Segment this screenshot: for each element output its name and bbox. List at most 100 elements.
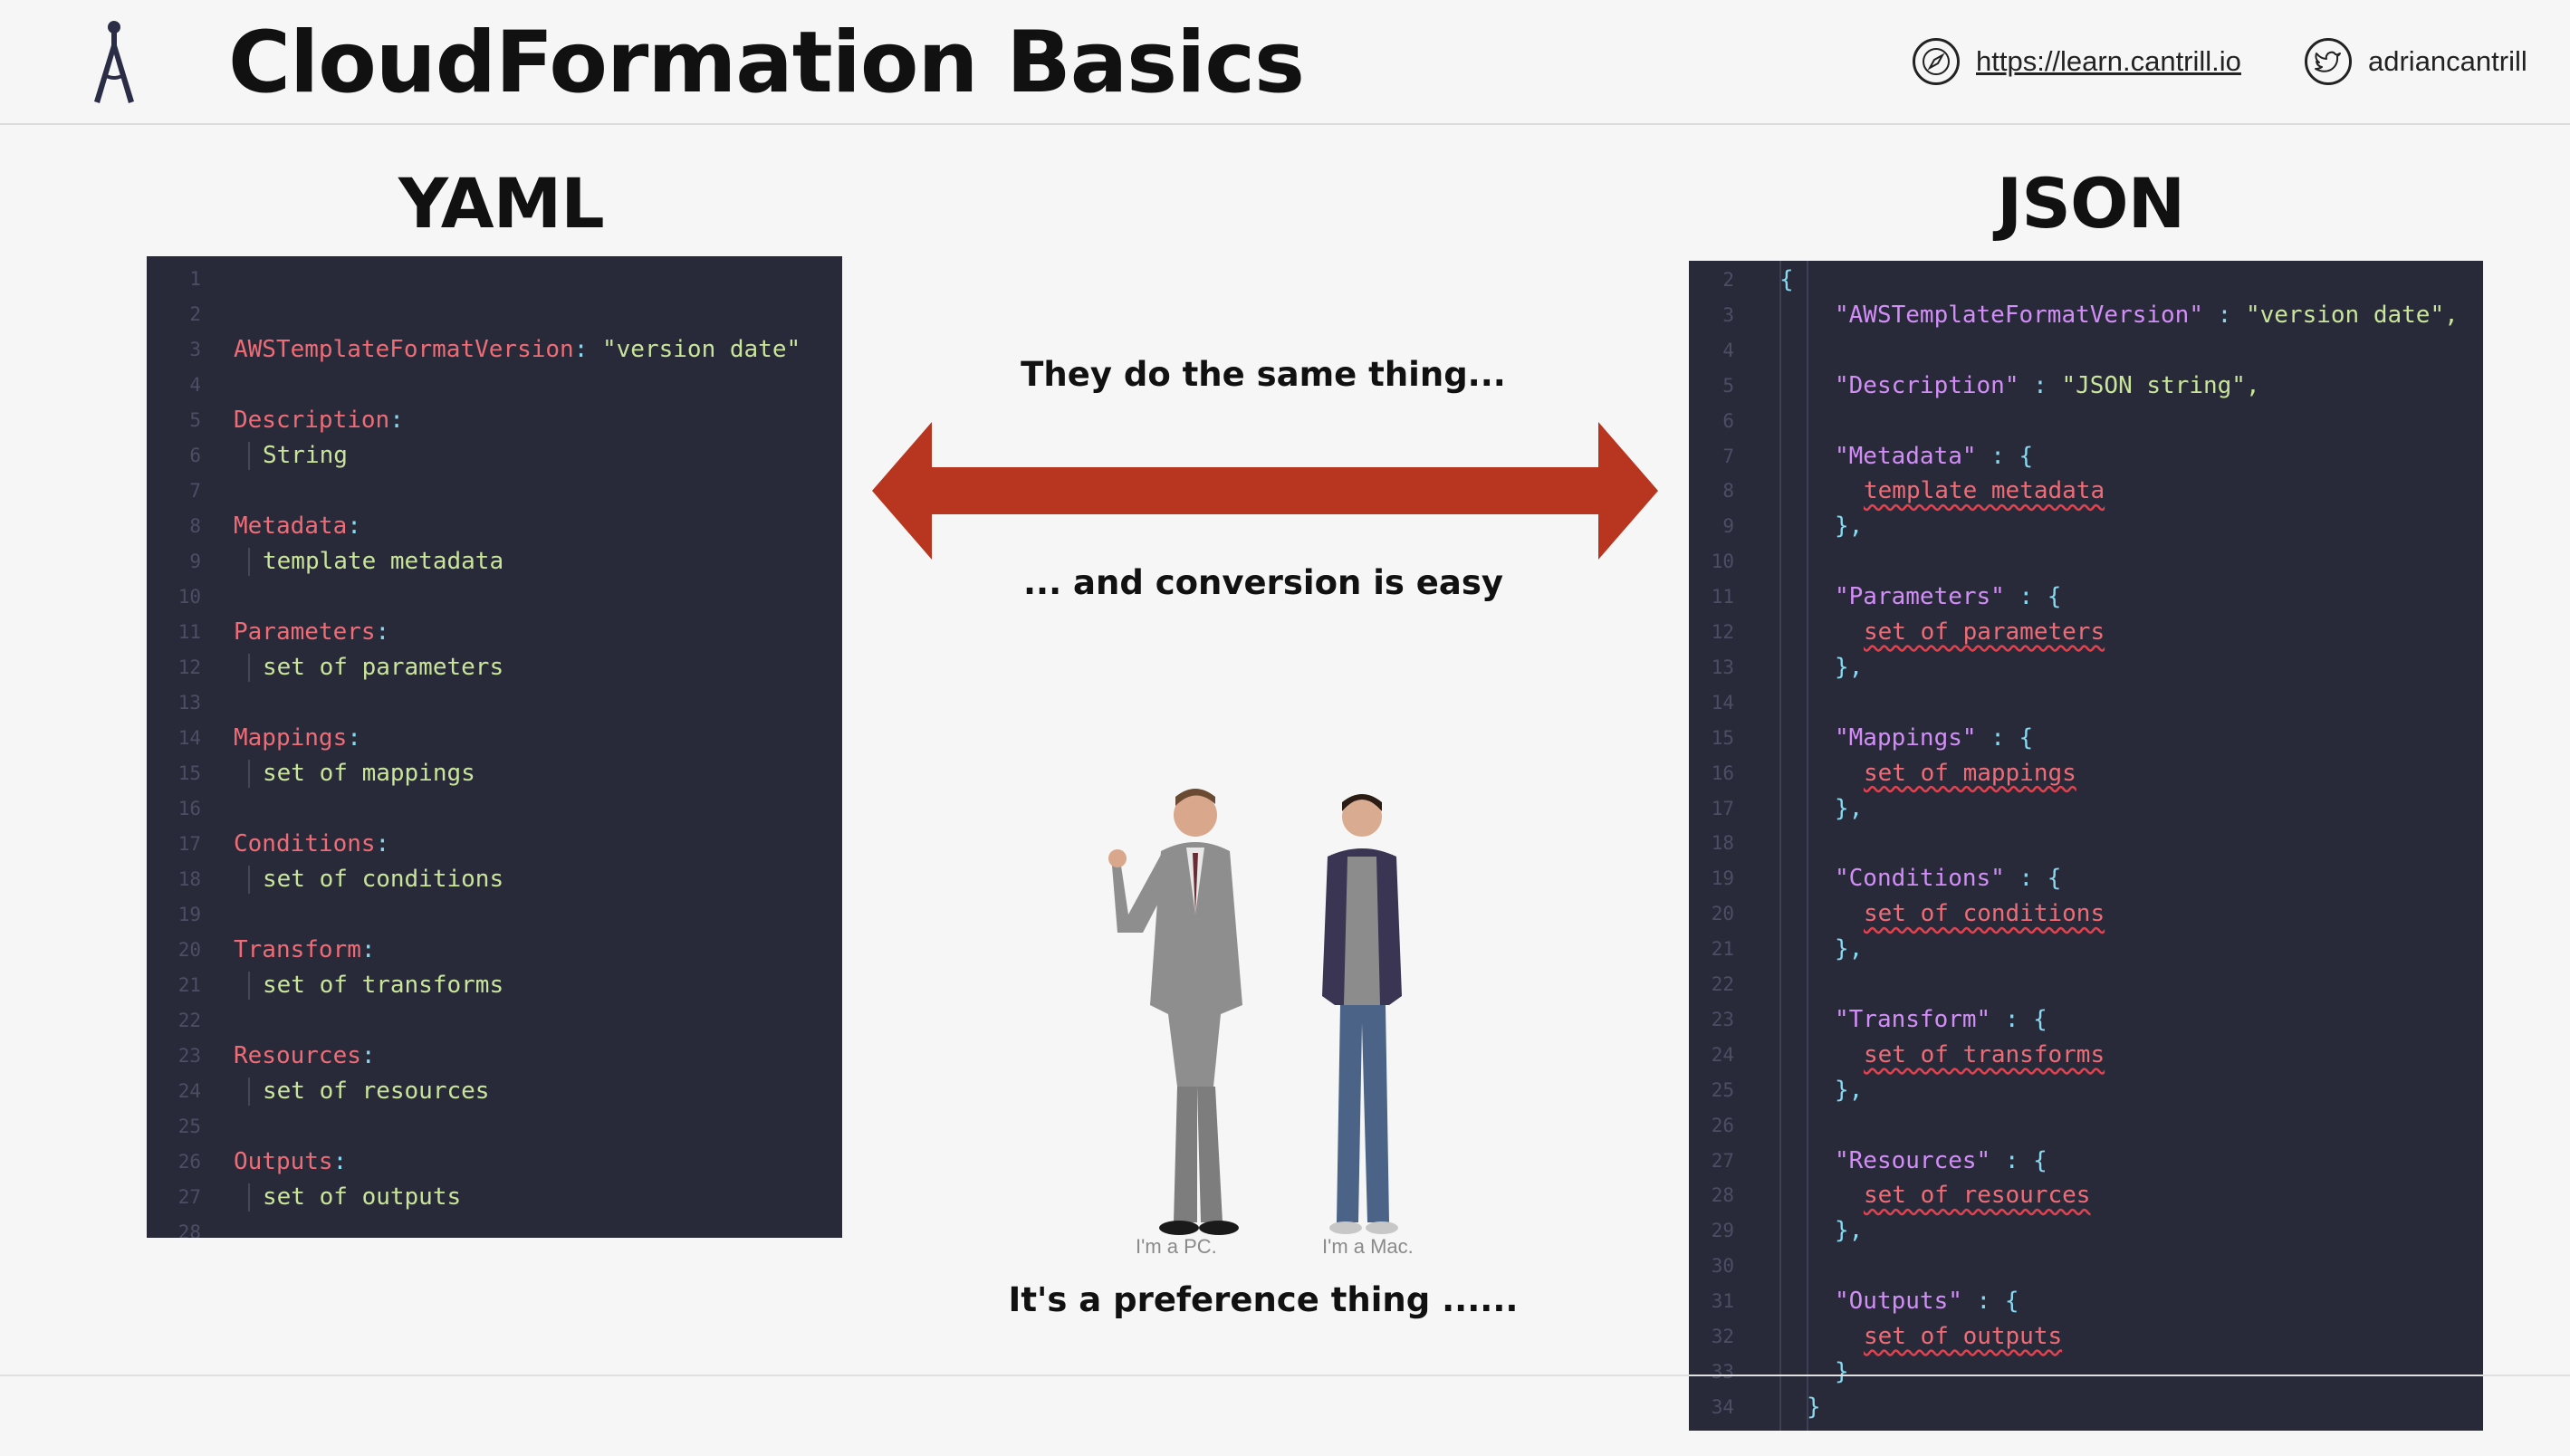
code-line: 22 [147, 1003, 842, 1039]
code-line: 27 set of outputs [147, 1180, 842, 1215]
mac-person [1322, 794, 1402, 1234]
code-line: 25 [147, 1109, 842, 1145]
code-line: 23 "Transform" : { [1689, 1002, 2483, 1038]
code-line: 20 Transform: [147, 933, 842, 968]
line-number: 15 [1711, 726, 1734, 749]
line-number: 28 [177, 1221, 201, 1238]
same-thing-text: They do the same thing... [1021, 355, 1506, 394]
line-number: 25 [177, 1116, 201, 1137]
indent-guide [248, 548, 250, 576]
yaml-key-line: Outputs: [234, 1148, 348, 1175]
line-number: 9 [1722, 515, 1734, 538]
code-line: 3 AWSTemplateFormatVersion: "version date… [147, 332, 842, 368]
line-number: 18 [177, 868, 201, 890]
twitter-handle[interactable]: adriancantrill [2368, 45, 2527, 78]
json-brace: } [1835, 1357, 1849, 1385]
code-line: 12 set of parameters [1689, 615, 2483, 650]
yaml-key-line: Conditions: [234, 830, 390, 857]
line-number: 10 [1711, 551, 1734, 573]
json-body-text: set of resources [1864, 1182, 2091, 1210]
line-number: 7 [1722, 445, 1734, 467]
line-number: 11 [177, 621, 201, 643]
code-line: 14 [1689, 685, 2483, 721]
line-number: 17 [177, 833, 201, 855]
code-line: 22 [1689, 967, 2483, 1002]
compass-icon [94, 21, 134, 103]
line-number: 28 [1711, 1184, 1734, 1207]
website-link[interactable]: https://learn.cantrill.io [1913, 31, 2241, 92]
code-line: 7 [147, 474, 842, 509]
conversion-text: ... and conversion is easy [1022, 563, 1503, 602]
json-key: "Resources" [1835, 1146, 1991, 1174]
twitter-bird-icon [2305, 38, 2352, 85]
code-line: 23 Resources: [147, 1039, 842, 1074]
code-line: 24 set of resources [147, 1074, 842, 1109]
code-line: 26 [1689, 1108, 2483, 1144]
json-brace: }, [1835, 653, 1864, 681]
json-brace: }, [1835, 1217, 1864, 1245]
code-line: 18 [1689, 826, 2483, 861]
code-line: 16 set of mappings [1689, 756, 2483, 791]
line-number: 22 [177, 1010, 201, 1031]
code-line: 4 [147, 368, 842, 403]
code-line: 13 [147, 685, 842, 721]
code-line: 11 Parameters: [147, 615, 842, 650]
yaml-key-line: Transform: [234, 936, 376, 963]
line-number: 20 [1711, 903, 1734, 925]
yaml-value: template metadata [263, 548, 504, 575]
code-line: 26 Outputs: [147, 1145, 842, 1180]
code-line: 12 set of parameters [147, 650, 842, 685]
code-line: 14 Mappings: [147, 721, 842, 756]
line-number: 3 [1722, 303, 1734, 326]
indent-guide [248, 972, 250, 1000]
yaml-key: AWSTemplateFormatVersion [234, 336, 574, 363]
page-title: CloudFormation Basics [228, 14, 1305, 112]
line-number: 14 [177, 727, 201, 749]
code-line: 21 set of transforms [147, 968, 842, 1003]
code-line: 24 set of transforms [1689, 1038, 2483, 1073]
footer-divider [0, 1375, 2570, 1376]
line-number: 20 [177, 939, 201, 961]
code-line: 29}, [1689, 1213, 2483, 1249]
code-line: 8 template metadata [1689, 474, 2483, 509]
line-number: 8 [189, 515, 201, 537]
json-brace: }, [1835, 512, 1864, 541]
code-line: 15 set of mappings [147, 756, 842, 791]
line-number: 4 [1722, 339, 1734, 361]
line-number: 12 [1711, 621, 1734, 643]
code-line: 13}, [1689, 650, 2483, 685]
yaml-value: set of parameters [263, 654, 504, 681]
code-line: 4 [1689, 333, 2483, 369]
json-key: "Mappings" [1835, 723, 1977, 752]
line-number: 3 [189, 339, 201, 360]
twitter-link[interactable]: adriancantrill [2305, 31, 2527, 92]
line-number: 27 [177, 1186, 201, 1208]
yaml-key: Resources [234, 1042, 361, 1069]
yaml-key: Transform [234, 936, 361, 963]
code-line: 5 "Description" : "JSON string", [1689, 369, 2483, 404]
json-key-line: "AWSTemplateFormatVersion" : "version da… [1835, 301, 2459, 329]
code-line: 15 "Mappings" : { [1689, 721, 2483, 756]
line-number: 16 [1711, 762, 1734, 784]
website-url[interactable]: https://learn.cantrill.io [1976, 45, 2241, 78]
line-number: 13 [1711, 656, 1734, 678]
json-brace: }, [1835, 935, 1864, 963]
yaml-value: set of transforms [263, 972, 504, 999]
code-line: 2{ [1689, 263, 2483, 298]
code-line: 19 [147, 897, 842, 933]
json-body-text: template metadata [1864, 477, 2105, 505]
yaml-key: Metadata [234, 512, 348, 540]
code-line: 9}, [1689, 509, 2483, 544]
line-number: 19 [1711, 867, 1734, 890]
line-number: 21 [177, 974, 201, 996]
json-body-text: set of conditions [1864, 900, 2105, 928]
line-number: 18 [1711, 832, 1734, 855]
line-number: 31 [1711, 1290, 1734, 1313]
code-line: 34} [1689, 1390, 2483, 1425]
pc-mac-people-image [1108, 789, 1402, 1235]
line-number: 2 [189, 303, 201, 325]
code-line: 17}, [1689, 791, 2483, 827]
code-line: 33} [1689, 1355, 2483, 1390]
code-line: 17 Conditions: [147, 827, 842, 862]
json-body-text: set of mappings [1864, 759, 2076, 787]
